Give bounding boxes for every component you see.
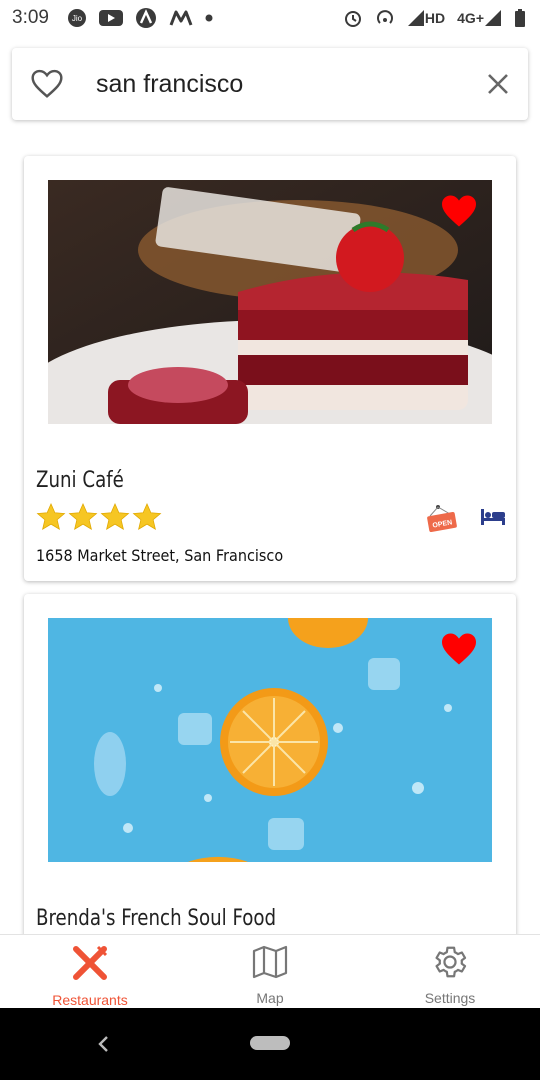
bottom-navigation: Restaurants Map Settings <box>0 934 540 1009</box>
network-type: 4G+ <box>457 10 484 26</box>
clear-search-icon[interactable] <box>486 72 510 96</box>
gear-icon <box>431 943 469 984</box>
favorites-filter-icon[interactable] <box>30 69 64 99</box>
star-icon <box>100 502 130 531</box>
restaurant-name: Brenda's French Soul Food <box>36 906 277 931</box>
alarm-icon <box>343 8 363 28</box>
search-bar <box>12 48 528 120</box>
fork-knife-icon <box>70 943 110 986</box>
status-time: 3:09 <box>12 7 49 28</box>
star-icon <box>68 502 98 531</box>
svg-text:Jio: Jio <box>72 14 83 23</box>
home-pill[interactable] <box>250 1036 290 1050</box>
nav-label: Settings <box>424 990 476 1006</box>
map-icon <box>251 943 289 984</box>
restaurant-address: 1658 Market Street, San Francisco <box>36 546 284 565</box>
restaurant-photo <box>48 180 492 424</box>
app-m-icon <box>169 9 193 27</box>
nav-map[interactable]: Map <box>180 935 360 1009</box>
system-navigation-bar <box>0 1008 540 1080</box>
signal-hd-icon: HD <box>407 9 445 27</box>
network-label: HD <box>424 10 446 26</box>
back-icon[interactable] <box>96 1034 110 1059</box>
app-a-icon <box>135 7 157 29</box>
favorite-heart-icon[interactable] <box>440 632 478 671</box>
star-icon <box>132 502 162 531</box>
rating-stars <box>36 502 162 532</box>
nav-label: Restaurants <box>52 992 128 1008</box>
bed-icon <box>480 508 506 531</box>
nav-restaurants[interactable]: Restaurants <box>0 935 180 1009</box>
favorite-heart-icon[interactable] <box>440 194 478 233</box>
restaurant-photo <box>48 618 492 862</box>
star-icon <box>36 502 66 531</box>
search-input[interactable] <box>94 68 486 100</box>
battery-icon <box>514 8 526 28</box>
open-sign-icon: OPEN <box>426 504 460 539</box>
youtube-icon <box>98 9 123 27</box>
hotspot-icon <box>375 8 395 28</box>
nav-label: Map <box>256 990 284 1006</box>
nav-settings[interactable]: Settings <box>360 935 540 1009</box>
restaurant-card[interactable]: Zuni Café OPEN 1658 Market Street, San F… <box>24 156 516 581</box>
status-bar: 3:09 Jio HD 4G+ <box>0 0 540 36</box>
restaurant-name: Zuni Café <box>36 468 124 493</box>
jio-icon: Jio <box>67 8 87 28</box>
notification-dot-icon <box>205 14 213 22</box>
signal-4g-icon: 4G+ <box>457 9 502 27</box>
